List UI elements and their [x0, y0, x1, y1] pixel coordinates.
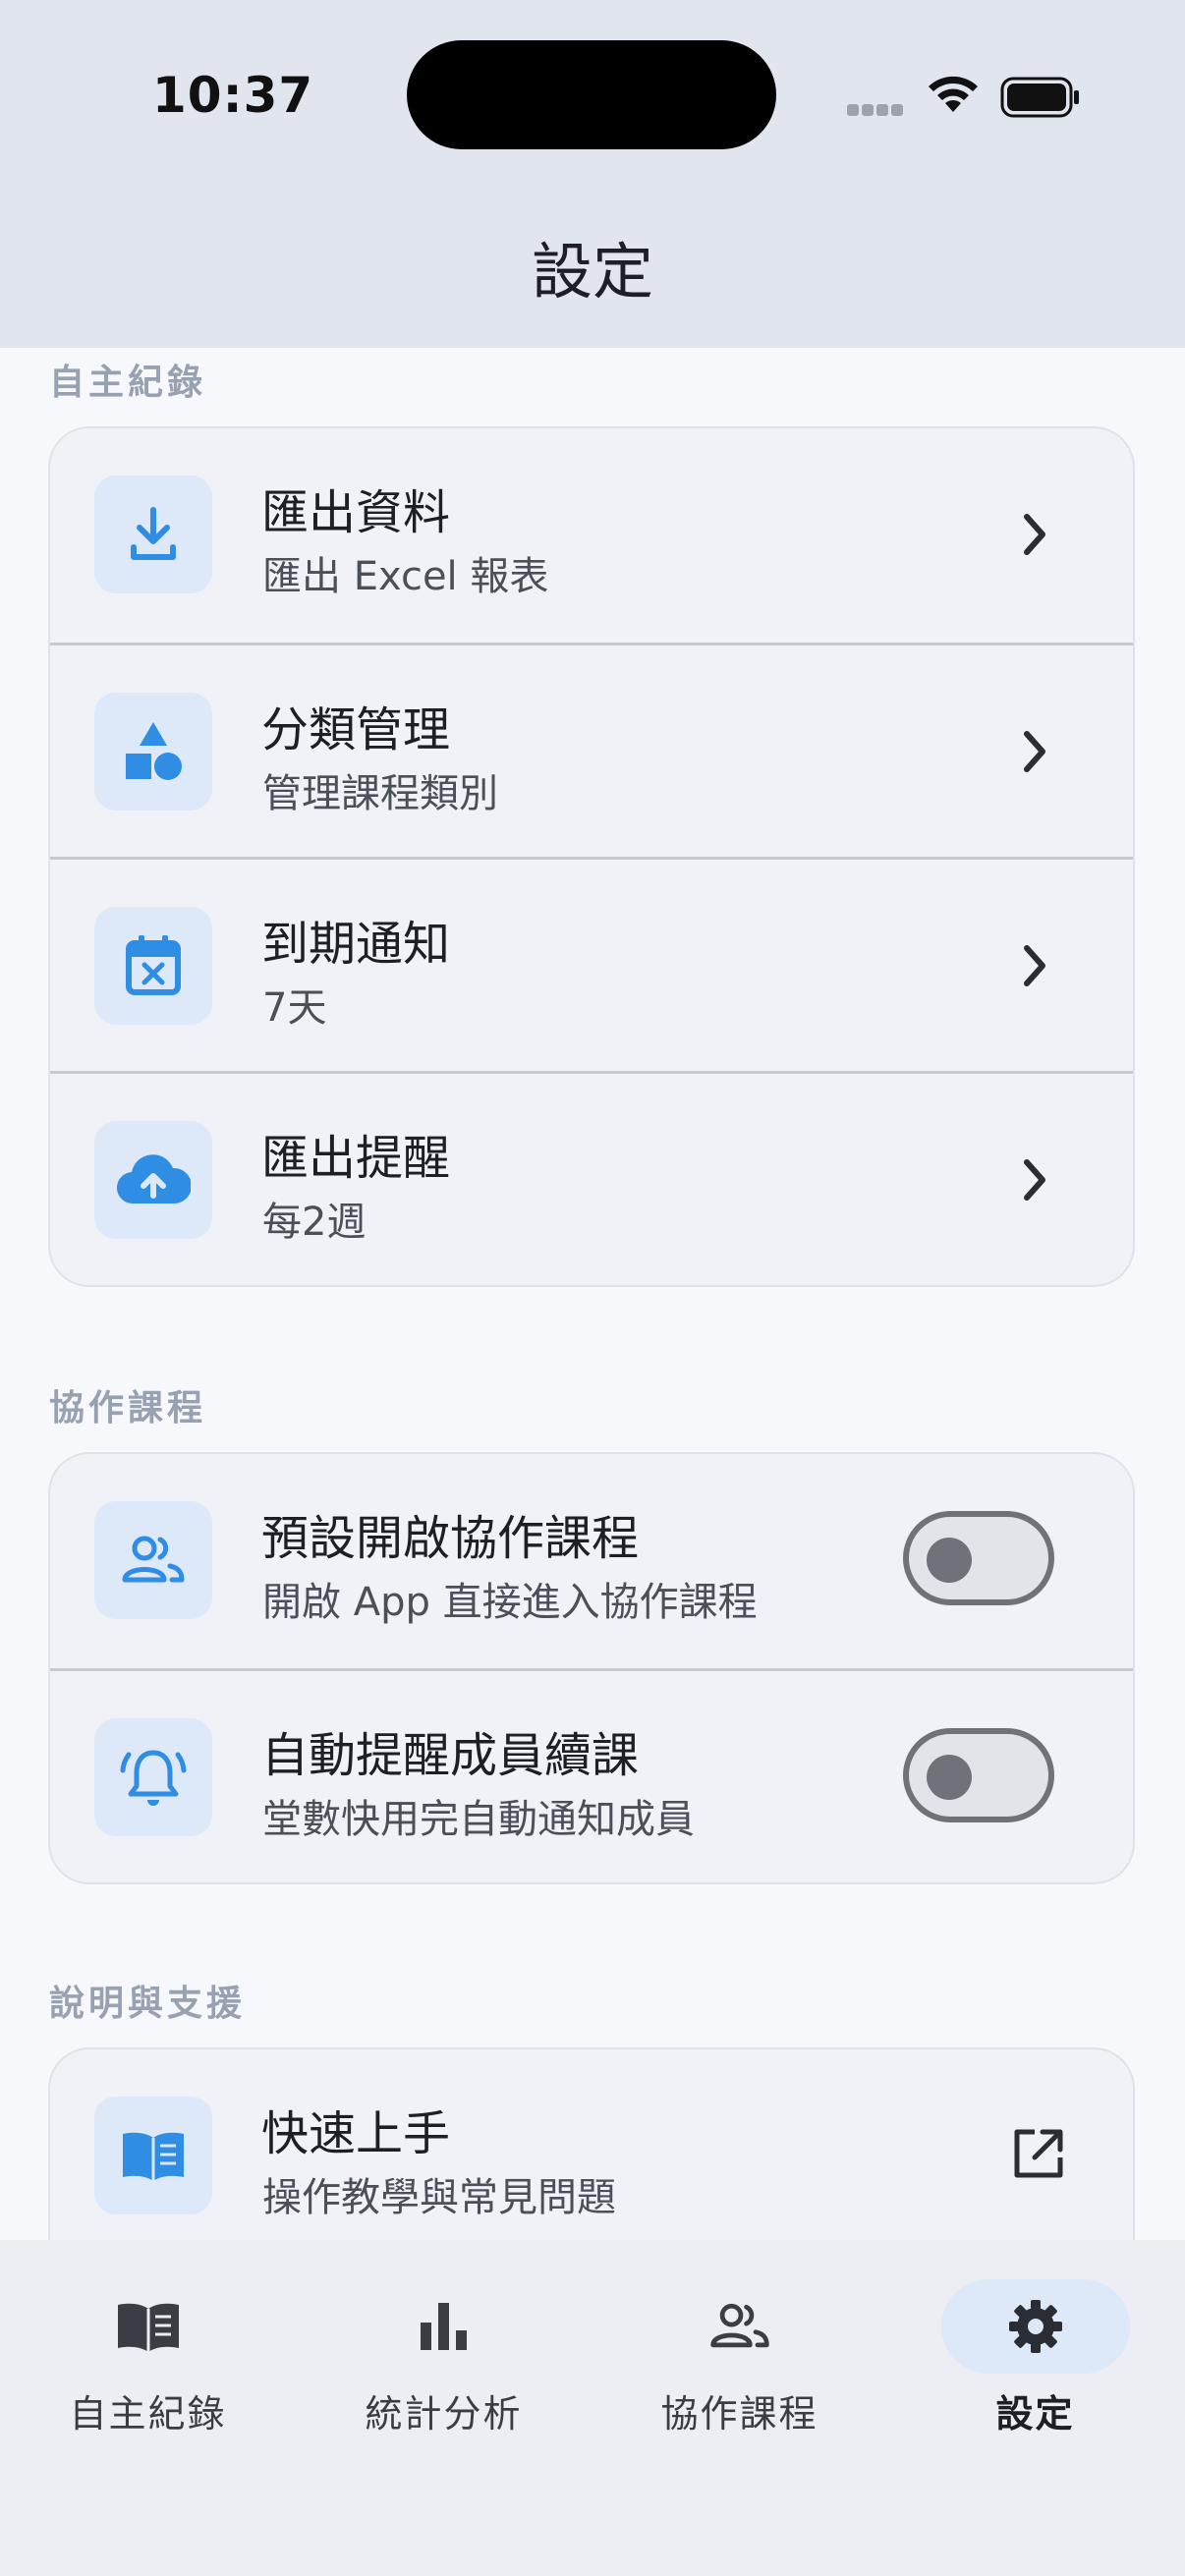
nav-tab-collab-course[interactable]: 協作課程	[592, 2279, 887, 2437]
settings-row-expiry-notice[interactable]: 到期通知 7天	[50, 857, 1133, 1071]
row-subtitle: 開啟 App 直接進入協作課程	[262, 1580, 758, 1625]
bell-ringing-icon	[94, 1718, 212, 1836]
card-collab-course: 預設開啟協作課程 開啟 App 直接進入協作課程 自動提醒成員續課 堂數快用完自…	[48, 1452, 1135, 1884]
page-title: 設定	[531, 236, 653, 308]
book-icon	[94, 2097, 212, 2214]
toggle-knob	[927, 1755, 972, 1800]
chevron-right-icon	[1024, 1159, 1045, 1201]
row-subtitle: 操作教學與常見問題	[262, 2175, 616, 2220]
chevron-right-icon	[1024, 731, 1045, 772]
default-collab-toggle[interactable]	[903, 1511, 1054, 1605]
row-title: 分類管理	[261, 702, 451, 757]
settings-row-export-data[interactable]: 匯出資料 匯出 Excel 報表	[50, 428, 1133, 643]
wifi-icon	[929, 76, 978, 112]
row-title: 到期通知	[261, 917, 451, 972]
gear-icon	[940, 2279, 1130, 2374]
row-title: 預設開啟協作課程	[261, 1511, 640, 1566]
card-self-record: 匯出資料 匯出 Excel 報表 分類管理 管理課程類別 到期通知 7天 匯出提…	[48, 426, 1135, 1287]
bottom-navigation: 自主紀錄 統計分析 協作課程 設定	[0, 2240, 1185, 2576]
cloud-upload-icon	[94, 1121, 212, 1239]
section-label-self-record: 自主紀錄	[49, 363, 207, 403]
nav-tab-self-record[interactable]: 自主紀錄	[0, 2279, 296, 2437]
settings-row-export-reminder[interactable]: 匯出提醒 每2週	[50, 1071, 1133, 1285]
auto-remind-toggle[interactable]	[903, 1728, 1054, 1822]
status-time: 10:37	[152, 67, 314, 124]
card-help: 快速上手 操作教學與常見問題	[48, 2047, 1135, 2240]
settings-row-auto-remind[interactable]: 自動提醒成員續課 堂數快用完自動通知成員	[50, 1668, 1133, 1882]
battery-icon	[1000, 77, 1079, 118]
chevron-right-icon	[1024, 514, 1045, 555]
row-subtitle: 管理課程類別	[262, 771, 498, 816]
nav-tab-statistics[interactable]: 統計分析	[296, 2279, 592, 2437]
download-icon	[94, 476, 212, 593]
nav-tab-settings[interactable]: 設定	[887, 2279, 1183, 2437]
calendar-x-icon	[94, 907, 212, 1025]
group-icon	[94, 1501, 212, 1619]
settings-row-quick-start[interactable]: 快速上手 操作教學與常見問題	[50, 2049, 1133, 2240]
book-icon	[54, 2279, 243, 2374]
settings-row-category-management[interactable]: 分類管理 管理課程類別	[50, 643, 1133, 857]
settings-list[interactable]: 自主紀錄 匯出資料 匯出 Excel 報表 分類管理 管理課程類別 到期通知 7…	[0, 348, 1185, 2240]
nav-label: 統計分析	[365, 2392, 523, 2436]
dynamic-island	[407, 40, 776, 149]
row-subtitle: 7天	[262, 985, 327, 1031]
row-title: 匯出提醒	[261, 1131, 451, 1186]
group-icon	[646, 2279, 834, 2374]
bar-chart-icon	[350, 2279, 538, 2374]
nav-label: 設定	[995, 2392, 1075, 2436]
nav-label: 自主紀錄	[69, 2392, 227, 2436]
nav-label: 協作課程	[660, 2392, 818, 2436]
row-subtitle: 匯出 Excel 報表	[262, 554, 549, 599]
row-subtitle: 每2週	[262, 1200, 367, 1245]
toggle-knob	[927, 1538, 972, 1583]
row-title: 快速上手	[261, 2106, 451, 2161]
category-shapes-icon	[94, 693, 212, 811]
section-label-help: 說明與支援	[49, 1984, 247, 2024]
row-title: 匯出資料	[261, 485, 451, 540]
app-bar: 10:37 設定	[0, 0, 1185, 348]
row-title: 自動提醒成員續課	[261, 1728, 640, 1783]
row-subtitle: 堂數快用完自動通知成員	[262, 1797, 695, 1842]
settings-row-default-collab[interactable]: 預設開啟協作課程 開啟 App 直接進入協作課程	[50, 1454, 1133, 1668]
open-external-icon	[1014, 2129, 1063, 2178]
chevron-right-icon	[1024, 945, 1045, 986]
section-label-collab-course: 協作課程	[49, 1388, 207, 1428]
